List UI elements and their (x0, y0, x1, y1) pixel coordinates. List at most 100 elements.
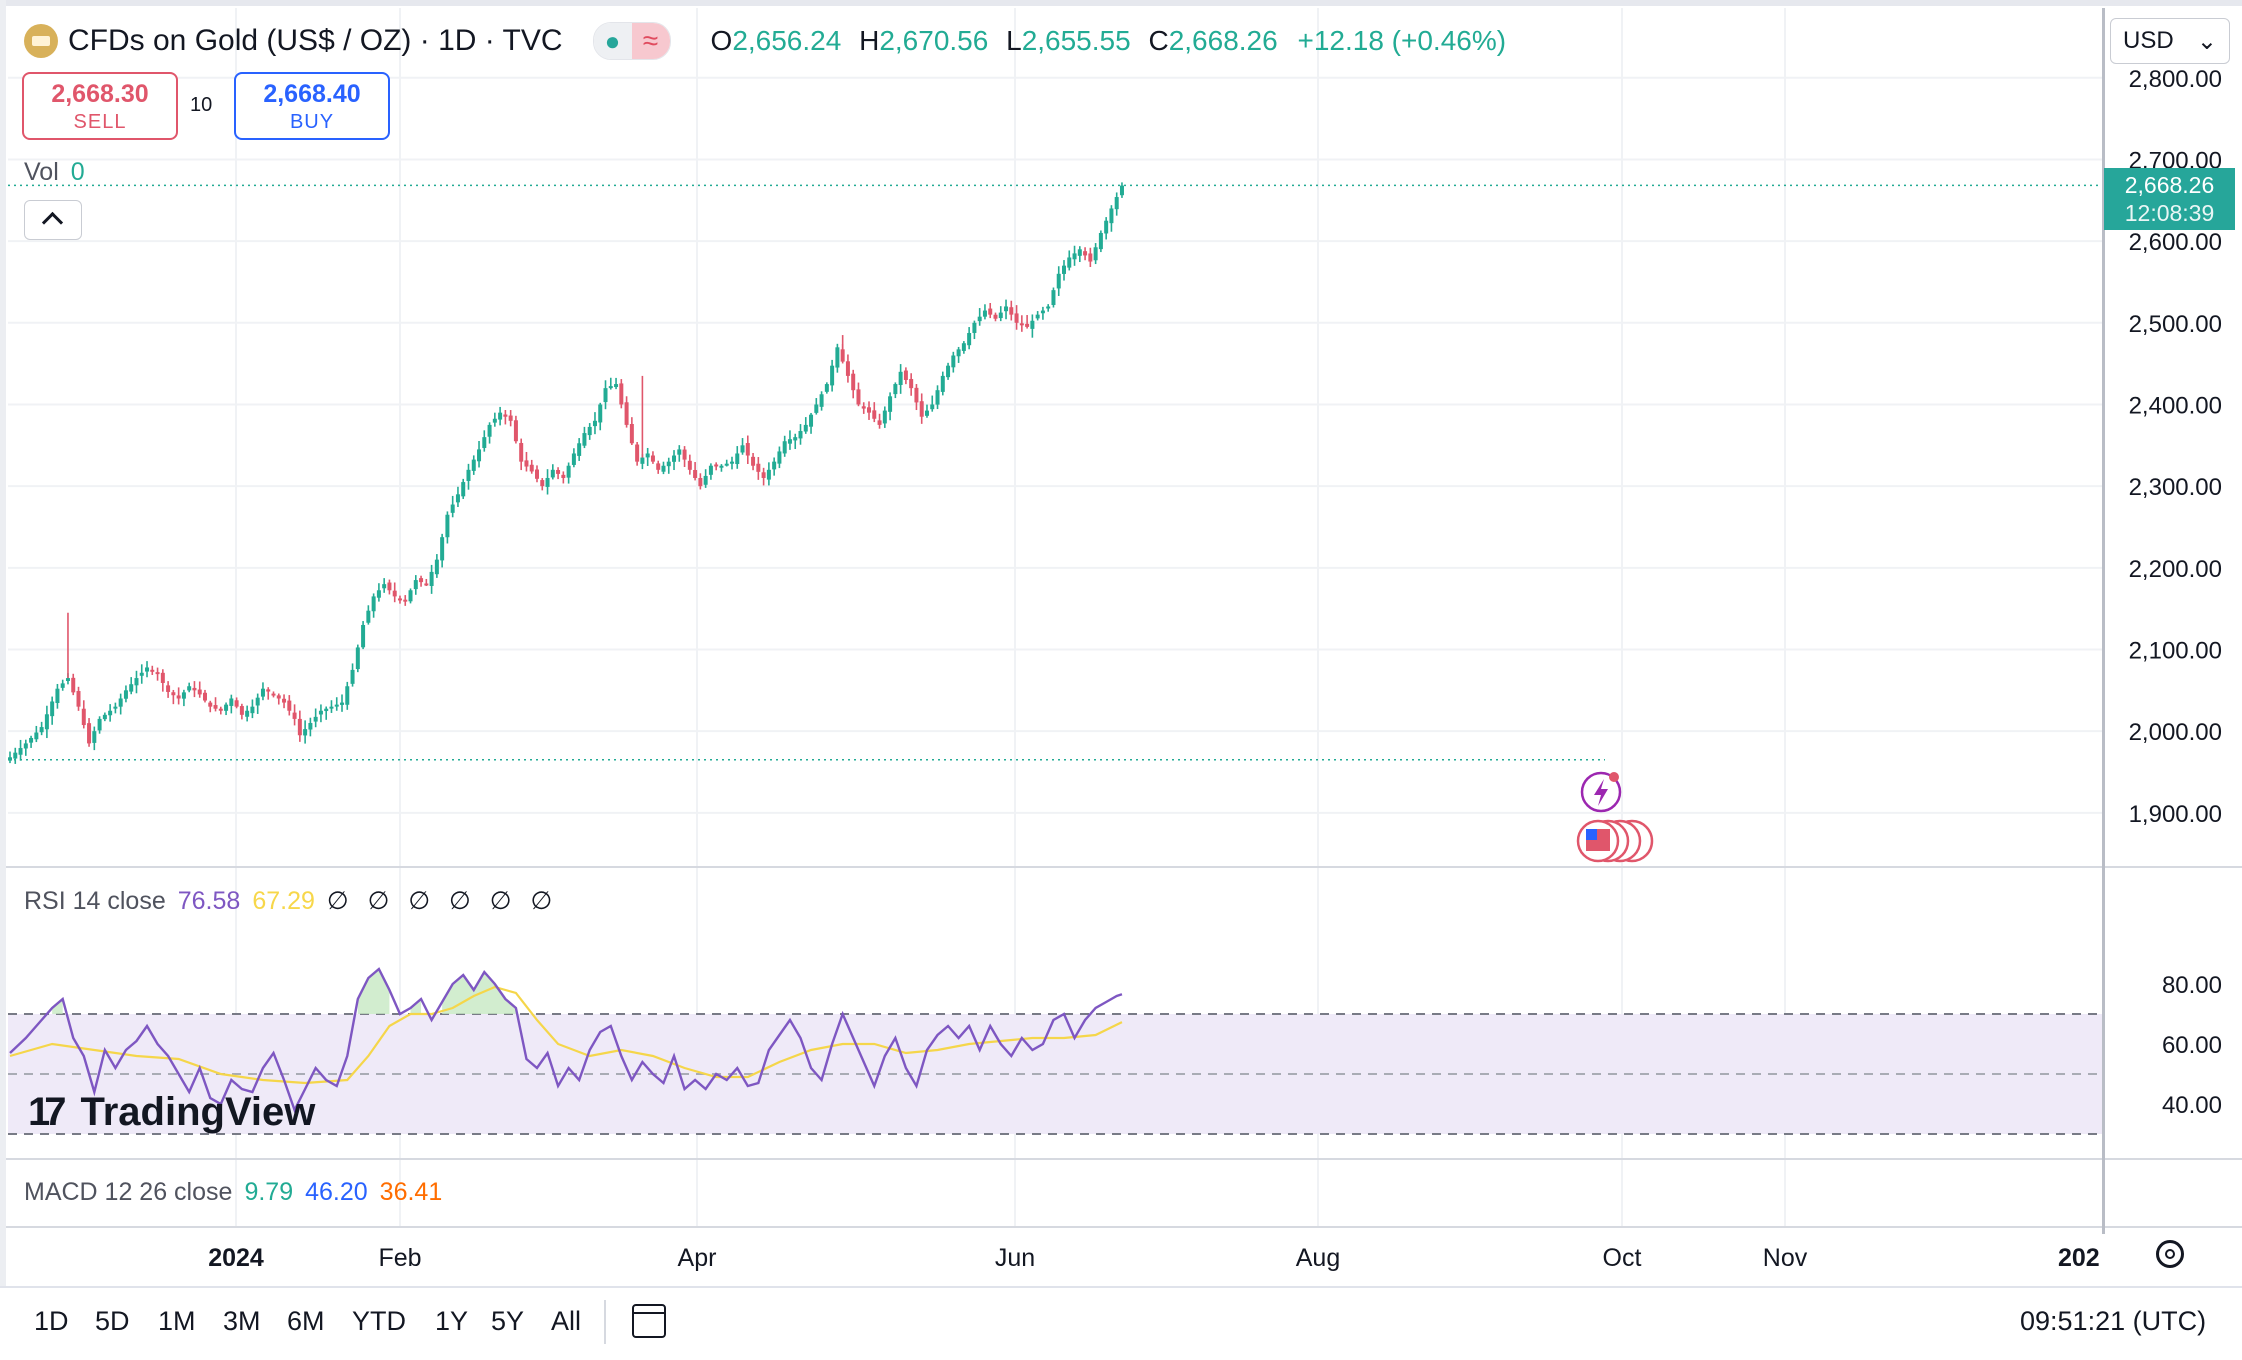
candle-body (535, 469, 539, 479)
timeframe-all-button[interactable]: All (551, 1306, 581, 1337)
market-open-icon: ● (593, 23, 632, 59)
tradingview-logo[interactable]: 17 TradingView (28, 1090, 315, 1135)
spread-value: 10 (190, 94, 213, 116)
low-value: 2,655.55 (1021, 25, 1131, 56)
candle-body (450, 504, 455, 513)
price-tick-label: 2,300.00 (2129, 474, 2222, 501)
go-to-date-calendar-icon[interactable] (632, 1304, 666, 1338)
high-value: 2,670.56 (879, 25, 989, 56)
candle-body (150, 669, 155, 672)
candle-body (218, 708, 223, 711)
rsi-legend[interactable]: RSI 14 close 76.58 67.29 ∅ ∅ ∅ ∅ ∅ ∅ (24, 886, 558, 916)
market-status-pill[interactable]: ● ≈ (592, 22, 671, 60)
candle-body (819, 394, 824, 407)
candle-body (50, 701, 55, 717)
candle-body (766, 469, 771, 480)
chart-settings-gear-icon[interactable] (2156, 1240, 2184, 1268)
close-value: 2,668.26 (1168, 25, 1278, 56)
candle-body (1056, 273, 1061, 289)
candle-body (134, 678, 139, 686)
timeframe-1m-button[interactable]: 1M (158, 1306, 196, 1337)
ohlc-values: O2,656.24 H2,670.56 L2,655.55 C2,668.26 … (701, 25, 1507, 57)
candle-body (424, 583, 429, 586)
candle-body (540, 480, 545, 487)
candle-body (403, 599, 408, 602)
candle-body (587, 426, 592, 436)
candle-body (787, 439, 792, 444)
candle-body (867, 407, 872, 413)
candle-body (940, 375, 945, 392)
macd-legend[interactable]: MACD 12 26 close 9.79 46.20 36.41 (24, 1178, 442, 1207)
macd-signal-value: 36.41 (379, 1178, 443, 1206)
candle-body (297, 718, 302, 736)
candle-body (245, 710, 250, 717)
candle-body (629, 424, 634, 444)
buy-price: 2,668.40 (263, 80, 361, 108)
candle-body (672, 455, 677, 462)
candle-body (508, 415, 513, 421)
time-axis: 2024 Feb Apr Jun Aug Oct Nov 202 (208, 1244, 2100, 1272)
candle-body (1067, 257, 1072, 268)
time-tick-label: Oct (1603, 1244, 1642, 1272)
candle-body (229, 698, 234, 706)
candle-body (1040, 310, 1045, 314)
candle-body (81, 708, 86, 726)
candle-body (861, 406, 866, 409)
candle-body (97, 718, 102, 731)
macd-line-value: 46.20 (305, 1178, 368, 1206)
candle-body (1009, 307, 1014, 315)
candle-body (276, 695, 281, 699)
candle-body (192, 687, 197, 691)
data-delay-icon: ≈ (631, 23, 670, 59)
price-rsi-divider[interactable] (6, 866, 2242, 868)
timeframe-5y-button[interactable]: 5Y (491, 1306, 524, 1337)
open-label: O (710, 25, 733, 56)
candle-body (735, 453, 740, 465)
candle-body (714, 464, 719, 467)
candle-body (946, 365, 951, 378)
candle-body (614, 384, 619, 388)
price-tick-label: 2,100.00 (2129, 637, 2222, 664)
currency-selector[interactable]: USD ⌄ (2110, 18, 2230, 64)
timeframe-3m-button[interactable]: 3M (223, 1306, 261, 1337)
rsi-tick-label: 80.00 (2162, 972, 2222, 999)
utc-clock[interactable]: 09:51:21 (UTC) (2020, 1306, 2206, 1337)
candle-body (640, 457, 645, 464)
candle-body (961, 343, 966, 351)
timeframe-1d-button[interactable]: 1D (34, 1306, 69, 1337)
candle-body (666, 461, 671, 467)
rsi-macd-divider[interactable] (6, 1158, 2242, 1160)
candle-body (313, 716, 318, 722)
candle-body (471, 459, 476, 471)
candle-body (830, 365, 835, 386)
chart-canvas[interactable]: 1,900.00 2,000.00 2,100.00 2,200.00 2,300.00… (0, 0, 2242, 1358)
candle-body (1046, 306, 1051, 309)
candle-body (1119, 185, 1124, 196)
candle-body (556, 469, 561, 474)
candle-body (340, 702, 345, 705)
volume-label: Vol (24, 158, 59, 186)
candle-body (566, 465, 571, 478)
timeframe-5d-button[interactable]: 5D (95, 1306, 130, 1337)
candle-body (1025, 323, 1030, 327)
timeframe-1y-button[interactable]: 1Y (435, 1306, 468, 1337)
timeframe-ytd-button[interactable]: YTD (352, 1306, 406, 1337)
candle-body (930, 404, 935, 410)
candle-body (524, 460, 529, 467)
sell-button[interactable]: 2,668.30 SELL (22, 72, 178, 140)
candle-body (582, 433, 587, 446)
sell-price: 2,668.30 (51, 80, 149, 108)
collapse-legend-button[interactable] (24, 200, 82, 240)
close-label: C (1148, 25, 1169, 56)
volume-legend[interactable]: Vol 0 (24, 158, 85, 187)
candle-body (1004, 306, 1009, 312)
candle-body (782, 441, 787, 454)
chevron-up-icon (41, 211, 64, 234)
candle-body (635, 444, 640, 462)
symbol-legend: CFDs on Gold (US$ / OZ) · 1D · TVC ● ≈ O… (24, 18, 1506, 64)
symbol-title[interactable]: CFDs on Gold (US$ / OZ) · 1D · TVC (68, 24, 563, 58)
candle-body (324, 708, 329, 712)
candle-body (677, 449, 682, 455)
buy-button[interactable]: 2,668.40 BUY (234, 72, 390, 140)
timeframe-6m-button[interactable]: 6M (287, 1306, 325, 1337)
